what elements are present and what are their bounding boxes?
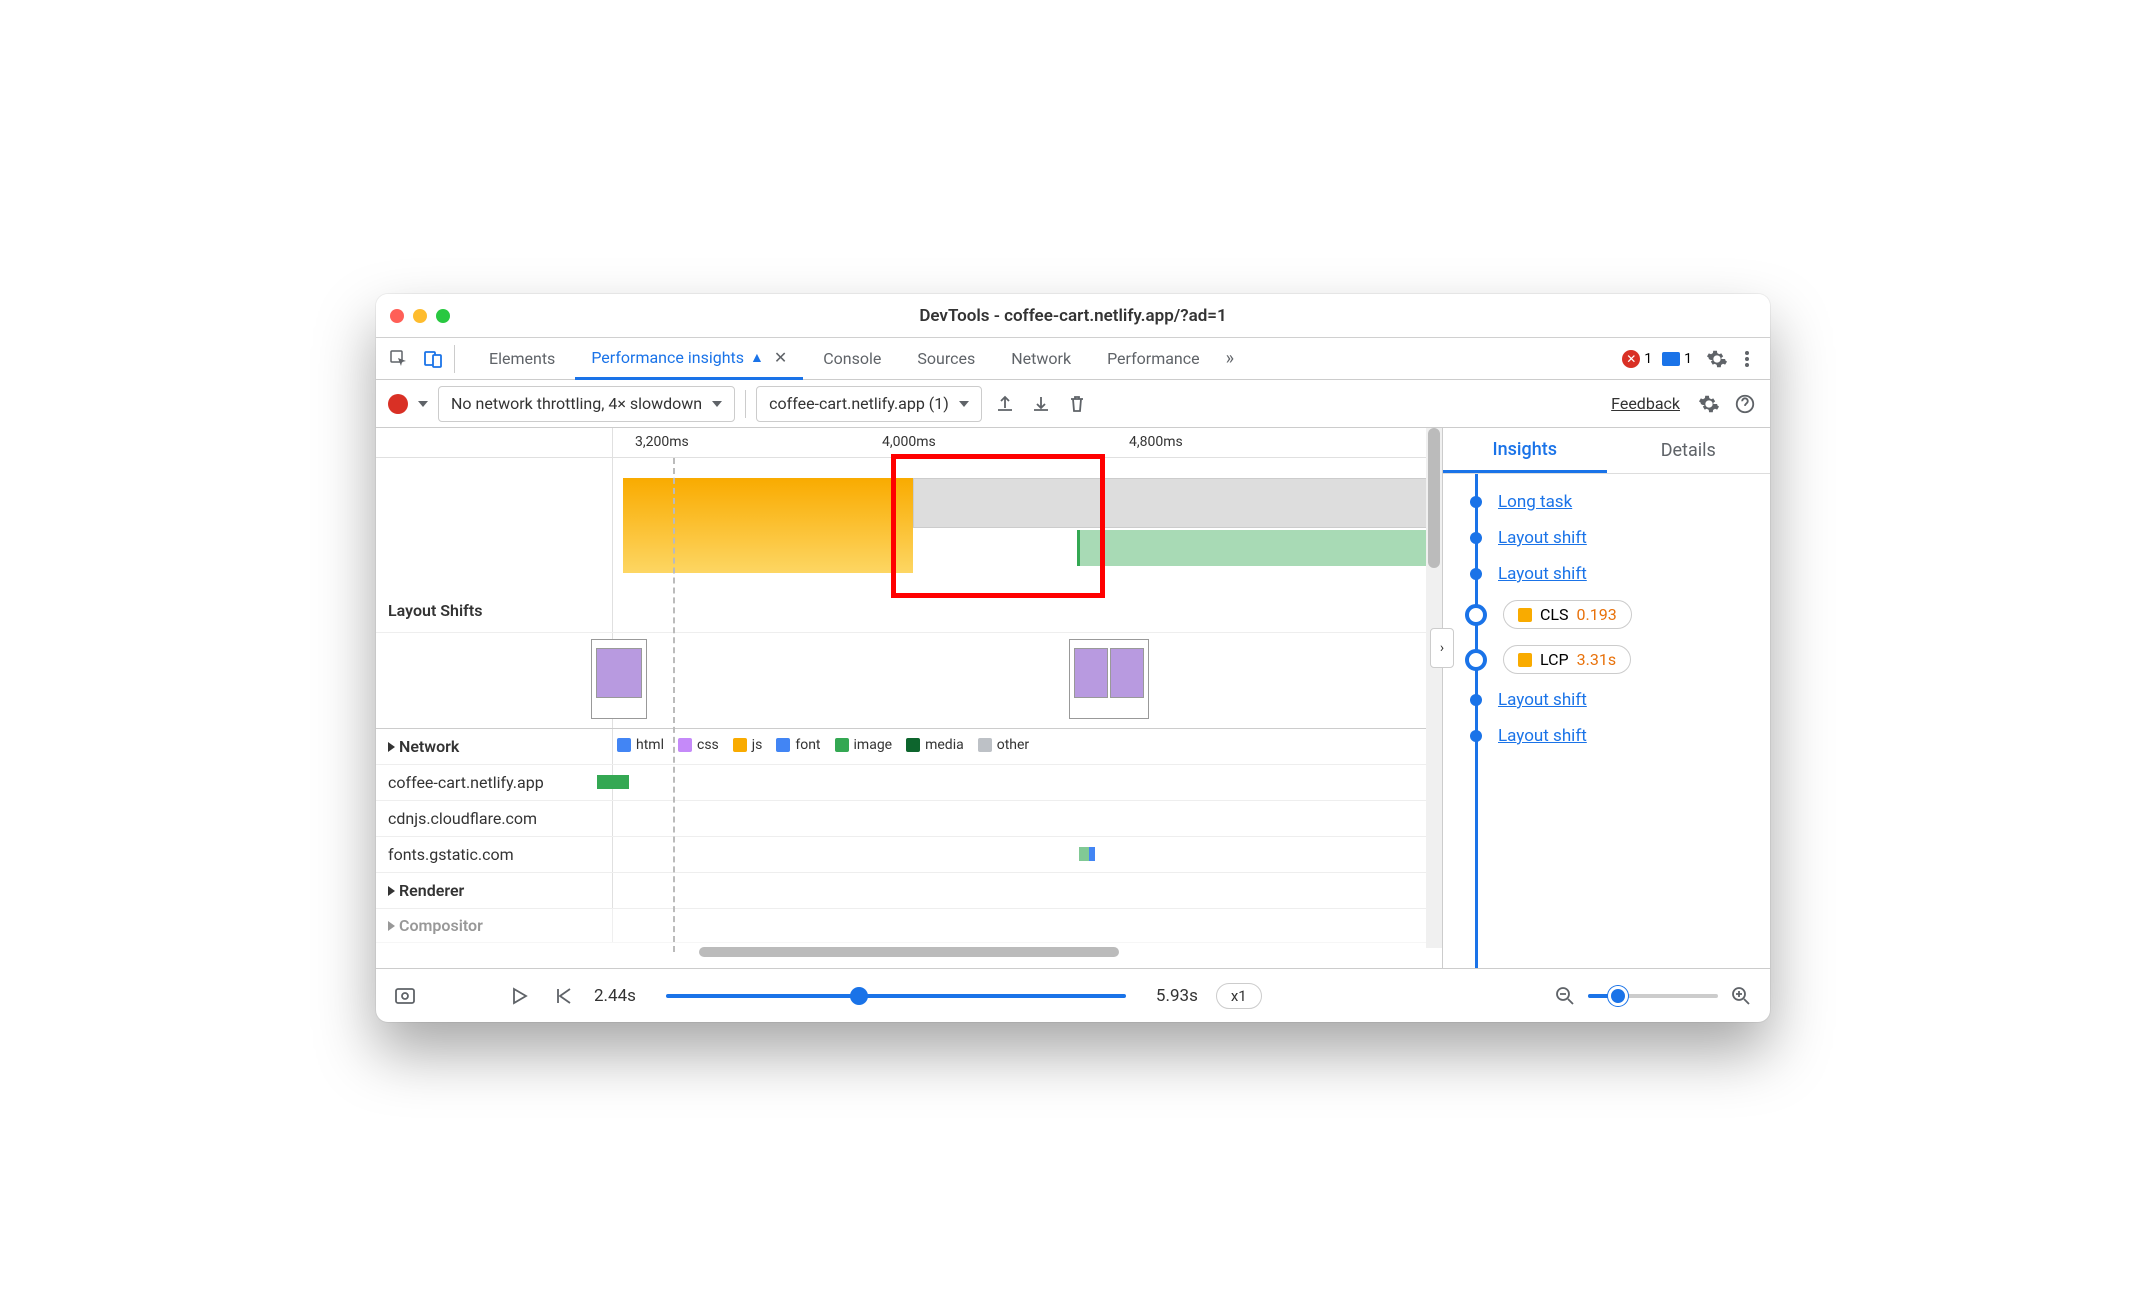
inspect-element-icon[interactable] bbox=[386, 346, 412, 372]
zoom-in-icon[interactable] bbox=[1728, 983, 1754, 1009]
playback-speed-pill[interactable]: x1 bbox=[1216, 983, 1262, 1009]
track-label-compositor[interactable]: Compositor bbox=[376, 909, 613, 942]
close-tab-icon[interactable]: ✕ bbox=[774, 348, 787, 367]
network-row[interactable] bbox=[613, 801, 1442, 836]
screenshot-track[interactable] bbox=[613, 633, 1442, 728]
horizontal-scrollbar[interactable] bbox=[376, 943, 1442, 961]
maximize-window-button[interactable] bbox=[436, 309, 450, 323]
tab-details[interactable]: Details bbox=[1607, 428, 1771, 473]
tab-performance[interactable]: Performance bbox=[1091, 338, 1216, 380]
recording-dropdown[interactable]: coffee-cart.netlify.app (1) bbox=[756, 386, 982, 422]
time-ruler[interactable]: 3,200ms 4,000ms 4,800ms bbox=[613, 428, 1442, 457]
disclosure-icon bbox=[388, 886, 395, 896]
range-start: 2.44s bbox=[594, 986, 636, 1006]
screenshot-thumb[interactable] bbox=[1069, 639, 1149, 719]
error-count: 1 bbox=[1644, 351, 1652, 367]
flame-bar[interactable] bbox=[1077, 530, 1442, 566]
toggle-overlay-icon[interactable] bbox=[392, 983, 418, 1009]
insight-cls-pill[interactable]: CLS 0.193 bbox=[1463, 592, 1770, 637]
experiment-icon: ▲ bbox=[750, 349, 764, 366]
message-count: 1 bbox=[1684, 351, 1692, 367]
playback-bar: 2.44s 5.93s x1 bbox=[376, 968, 1770, 1022]
network-bar[interactable] bbox=[1079, 847, 1089, 861]
error-badge[interactable]: ✕ 1 bbox=[1622, 350, 1652, 368]
insight-item[interactable]: Long task bbox=[1463, 484, 1770, 520]
track-label-renderer[interactable]: Renderer bbox=[376, 873, 613, 908]
play-button[interactable] bbox=[506, 983, 532, 1009]
flamechart-track[interactable]: LCP bbox=[613, 458, 1442, 632]
insights-panel: › Insights Details Long task Layout shif… bbox=[1442, 428, 1770, 968]
flame-bar[interactable] bbox=[623, 478, 913, 573]
insights-toolbar: No network throttling, 4× slowdown coffe… bbox=[376, 380, 1770, 428]
minimize-window-button[interactable] bbox=[413, 309, 427, 323]
panel-settings-icon[interactable] bbox=[1696, 391, 1722, 417]
message-badge[interactable]: 1 bbox=[1662, 351, 1692, 367]
tab-performance-insights[interactable]: Performance insights ▲ ✕ bbox=[575, 338, 803, 380]
disclosure-icon bbox=[388, 921, 395, 931]
highlight-box bbox=[891, 454, 1105, 598]
track-label-layout-shifts: Layout Shifts bbox=[376, 458, 613, 632]
collapse-panel-button[interactable]: › bbox=[1430, 628, 1454, 668]
tab-network[interactable]: Network bbox=[995, 338, 1087, 380]
network-host[interactable]: cdnjs.cloudflare.com bbox=[376, 801, 613, 836]
vertical-scrollbar[interactable] bbox=[1426, 428, 1442, 948]
insight-item[interactable]: Layout shift bbox=[1463, 682, 1770, 718]
network-bar[interactable] bbox=[1089, 847, 1095, 861]
zoom-out-icon[interactable] bbox=[1552, 983, 1578, 1009]
time-range-slider[interactable] bbox=[666, 994, 1126, 998]
ruler-tick: 4,800ms bbox=[1129, 434, 1183, 450]
more-tabs-icon[interactable]: » bbox=[1220, 348, 1240, 369]
network-host[interactable]: fonts.gstatic.com bbox=[376, 837, 613, 872]
disclosure-icon bbox=[388, 742, 395, 752]
insight-item[interactable]: Layout shift bbox=[1463, 556, 1770, 592]
close-window-button[interactable] bbox=[390, 309, 404, 323]
tab-insights[interactable]: Insights bbox=[1443, 428, 1607, 473]
delete-icon[interactable] bbox=[1064, 391, 1090, 417]
record-button[interactable] bbox=[388, 394, 408, 414]
tab-console[interactable]: Console bbox=[807, 338, 897, 380]
device-toolbar-icon[interactable] bbox=[420, 346, 446, 372]
devtools-tabbar: Elements Performance insights ▲ ✕ Consol… bbox=[376, 338, 1770, 380]
record-menu-caret[interactable] bbox=[418, 401, 428, 407]
settings-icon[interactable] bbox=[1704, 346, 1730, 372]
feedback-link[interactable]: Feedback bbox=[1611, 394, 1680, 413]
range-end: 5.93s bbox=[1156, 986, 1198, 1006]
track-label-network[interactable]: Network bbox=[376, 729, 613, 764]
network-legend: html css js font image media other bbox=[613, 729, 1442, 761]
help-icon[interactable] bbox=[1732, 391, 1758, 417]
network-row[interactable] bbox=[613, 837, 1442, 872]
import-icon[interactable] bbox=[1028, 391, 1054, 417]
insight-item[interactable]: Layout shift bbox=[1463, 520, 1770, 556]
insight-lcp-pill[interactable]: LCP 3.31s bbox=[1463, 637, 1770, 682]
tab-elements[interactable]: Elements bbox=[473, 338, 571, 380]
timeline-area: 3,200ms 4,000ms 4,800ms Layout Shifts LC… bbox=[376, 428, 1442, 968]
tab-sources[interactable]: Sources bbox=[901, 338, 991, 380]
network-host[interactable]: coffee-cart.netlify.app bbox=[376, 765, 613, 800]
network-bar[interactable] bbox=[597, 775, 629, 789]
ruler-tick: 3,200ms bbox=[635, 434, 689, 450]
message-icon bbox=[1662, 352, 1680, 366]
titlebar: DevTools - coffee-cart.netlify.app/?ad=1 bbox=[376, 294, 1770, 338]
ruler-tick: 4,000ms bbox=[882, 434, 936, 450]
export-icon[interactable] bbox=[992, 391, 1018, 417]
error-icon: ✕ bbox=[1622, 350, 1640, 368]
window-title: DevTools - coffee-cart.netlify.app/?ad=1 bbox=[450, 306, 1696, 326]
zoom-slider[interactable] bbox=[1588, 994, 1718, 998]
network-row[interactable] bbox=[613, 765, 1442, 800]
insight-item[interactable]: Layout shift bbox=[1463, 718, 1770, 754]
screenshot-thumb[interactable] bbox=[591, 639, 647, 719]
rewind-button[interactable] bbox=[550, 983, 576, 1009]
more-menu-icon[interactable] bbox=[1734, 346, 1760, 372]
throttling-dropdown[interactable]: No network throttling, 4× slowdown bbox=[438, 386, 735, 422]
